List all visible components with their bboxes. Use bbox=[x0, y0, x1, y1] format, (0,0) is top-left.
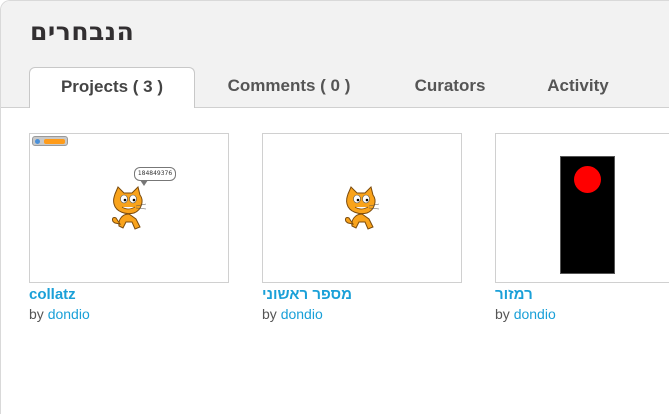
project-title-link[interactable]: מספר ראשוני bbox=[262, 285, 362, 304]
by-label: by bbox=[29, 306, 44, 322]
project-thumbnail[interactable]: 184849376 bbox=[29, 133, 229, 283]
green-flag-icon bbox=[32, 136, 68, 146]
tab-comments[interactable]: Comments ( 0 ) bbox=[208, 67, 370, 108]
tab-bar: Projects ( 3 ) Comments ( 0 ) Curators A… bbox=[0, 67, 669, 108]
project-thumbnail[interactable] bbox=[262, 133, 462, 283]
project-card: 184849376 collatz by dondio bbox=[29, 133, 229, 323]
scratch-cat-icon bbox=[112, 186, 147, 230]
speech-bubble: 184849376 bbox=[134, 167, 176, 181]
project-byline: by dondio bbox=[495, 305, 669, 323]
project-card: רמזור by dondio bbox=[495, 133, 669, 323]
by-label: by bbox=[262, 306, 277, 322]
project-title-link[interactable]: collatz bbox=[29, 285, 229, 304]
author-link[interactable]: dondio bbox=[514, 306, 556, 322]
by-label: by bbox=[495, 306, 510, 322]
tab-curators[interactable]: Curators bbox=[398, 67, 502, 108]
scratch-cat-icon bbox=[345, 186, 380, 230]
project-title-link[interactable]: רמזור bbox=[495, 285, 555, 304]
project-thumbnail[interactable] bbox=[495, 133, 669, 283]
tab-activity[interactable]: Activity bbox=[530, 67, 626, 108]
project-byline: by dondio bbox=[29, 305, 229, 323]
project-byline: by dondio bbox=[262, 305, 462, 323]
author-link[interactable]: dondio bbox=[48, 306, 90, 322]
page-title: הנבחרים bbox=[30, 17, 135, 46]
author-link[interactable]: dondio bbox=[281, 306, 323, 322]
red-light-icon bbox=[574, 166, 601, 193]
project-card: מספר ראשוני by dondio bbox=[262, 133, 462, 323]
tab-projects[interactable]: Projects ( 3 ) bbox=[29, 67, 195, 108]
